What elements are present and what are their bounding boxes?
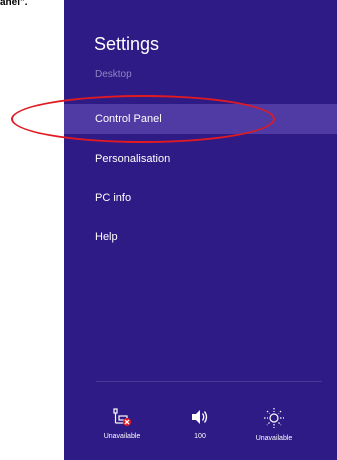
settings-subtitle: Desktop: [95, 69, 132, 80]
volume-icon: [192, 410, 208, 424]
quick-setting-network[interactable]: Unavailable: [92, 407, 152, 440]
menu-item-label: Personalisation: [95, 153, 171, 165]
menu-item-control-panel[interactable]: Control Panel: [64, 104, 337, 134]
divider: [96, 381, 322, 382]
quick-setting-volume[interactable]: 100: [170, 407, 230, 440]
quick-setting-brightness[interactable]: Unavailable: [244, 407, 304, 442]
menu-item-label: Control Panel: [95, 113, 162, 125]
caption-text: anel".: [0, 0, 28, 8]
menu-item-help[interactable]: Help: [64, 222, 337, 252]
volume-level-label: 100: [194, 433, 206, 440]
menu-item-label: PC info: [95, 192, 132, 204]
menu-item-personalisation[interactable]: Personalisation: [64, 144, 337, 174]
network-unavailable-icon: [113, 408, 131, 426]
settings-title: Settings: [94, 34, 160, 54]
brightness-icon: [264, 408, 284, 428]
settings-charm-panel: Settings Desktop Control Panel Personali…: [64, 0, 337, 460]
menu-item-label: Help: [95, 231, 118, 243]
network-status-label: Unavailable: [103, 433, 141, 440]
brightness-status-label: Unavailable: [255, 435, 293, 442]
menu-item-pc-info[interactable]: PC info: [64, 183, 337, 213]
